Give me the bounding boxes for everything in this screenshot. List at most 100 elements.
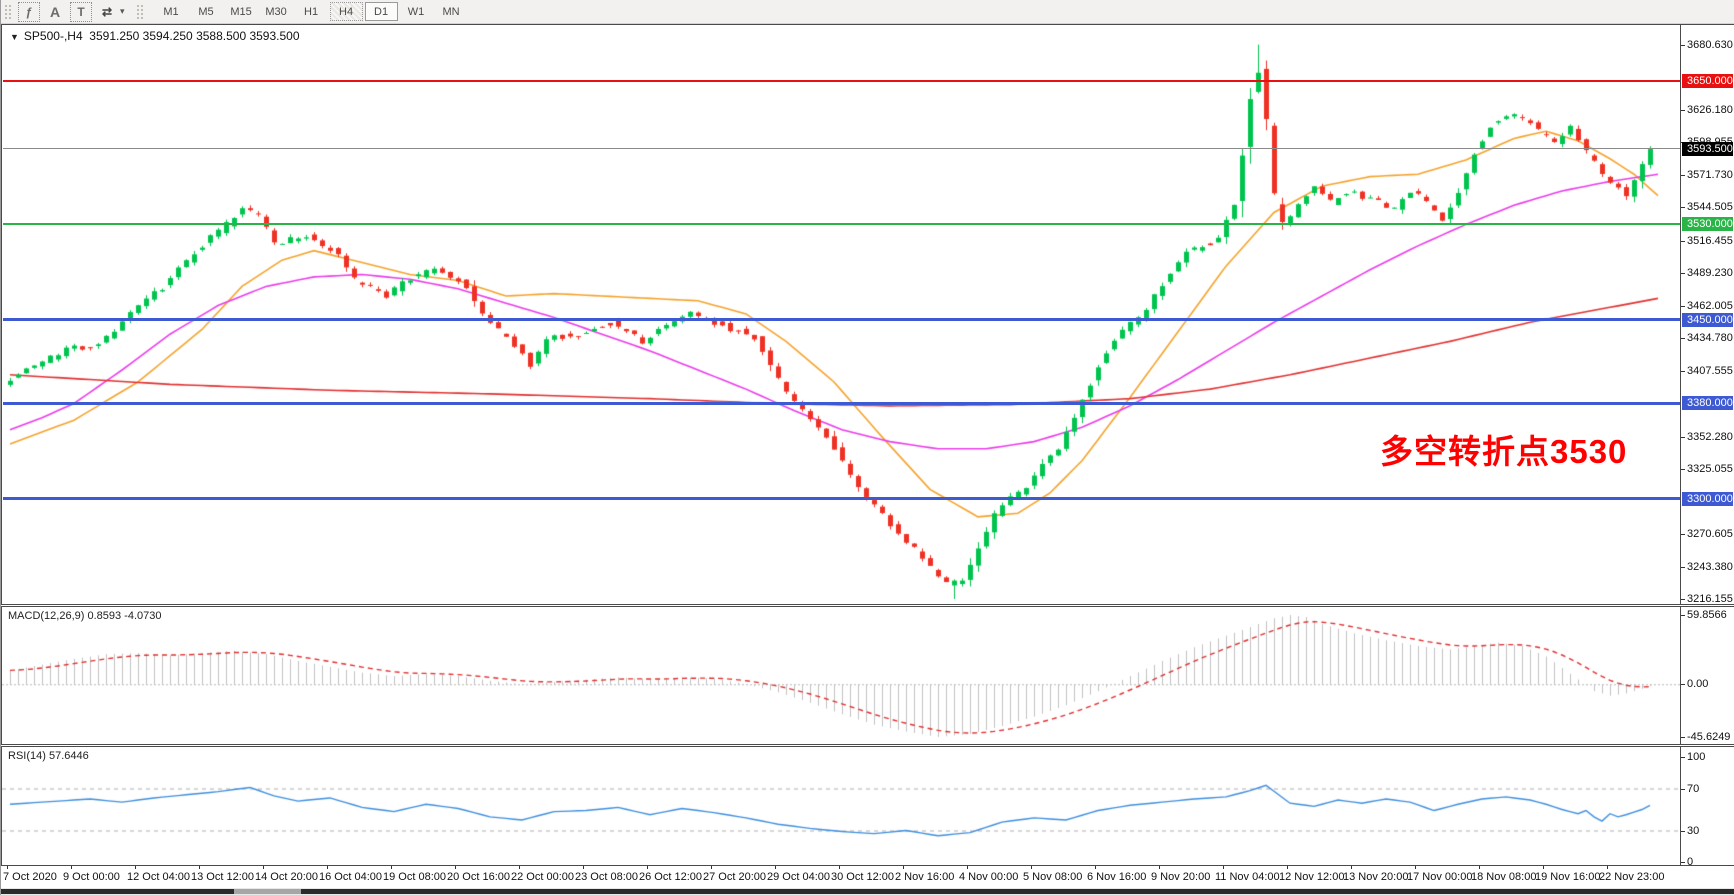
price-tick-mark — [1681, 599, 1685, 600]
time-tick-label: 22 Nov 23:00 — [1599, 871, 1664, 883]
horizontal-line-3593.500[interactable] — [3, 148, 1680, 149]
price-tick-label: 3626.180 — [1687, 104, 1733, 116]
time-tick-label: 19 Oct 08:00 — [383, 871, 446, 883]
time-tick-mark — [775, 866, 776, 869]
time-axis[interactable]: 7 Oct 20209 Oct 00:0012 Oct 04:0013 Oct … — [1, 866, 1734, 888]
horizontal-line-3650.000[interactable] — [3, 80, 1680, 82]
timeframe-toolbar-drag-handle[interactable] — [136, 4, 144, 20]
price-tick-label: 3325.055 — [1687, 463, 1733, 475]
timeframe-button-m15[interactable]: M15 — [225, 2, 258, 21]
timeframe-button-m5[interactable]: M5 — [190, 2, 223, 21]
timeframe-button-d1[interactable]: D1 — [365, 2, 398, 21]
price-badge-3380.000: 3380.000 — [1682, 396, 1733, 410]
time-tick-mark — [519, 866, 520, 869]
rsi-tick-label: 70 — [1687, 783, 1699, 795]
price-badge-3300.000: 3300.000 — [1682, 492, 1733, 506]
scrollbar-track-gap[interactable] — [234, 889, 301, 894]
horizontal-line-3450.000[interactable] — [3, 318, 1680, 321]
time-tick-mark — [1159, 866, 1160, 869]
time-tick-label: 20 Oct 16:00 — [447, 871, 510, 883]
macd-name: MACD(12,26,9) — [8, 610, 84, 622]
mt4-window: ƒ A T ⇄ ▾ M1M5M15M30H1H4D1W1MN ▼SP500-,H… — [0, 0, 1734, 895]
main-chart-panel: ▼SP500-,H4 3591.250 3594.250 3588.500 35… — [1, 24, 1734, 605]
rsi-value: 57.6446 — [49, 750, 89, 762]
cursor-mode-icon[interactable]: ⇄ — [96, 2, 118, 22]
toolbar-drag-handle[interactable] — [4, 4, 12, 20]
price-tick-label: 3243.380 — [1687, 561, 1733, 573]
timeframe-button-m30[interactable]: M30 — [260, 2, 293, 21]
symbol-dropdown-icon[interactable]: ▼ — [10, 32, 19, 42]
timeframe-button-m1[interactable]: M1 — [155, 2, 188, 21]
time-tick-label: 13 Nov 20:00 — [1343, 871, 1408, 883]
macd-panel: MACD(12,26,9) 0.8593 -4.0730 59.85660.00… — [1, 606, 1734, 745]
text-label-icon[interactable]: T — [70, 2, 92, 22]
candlestick-chart-area[interactable] — [2, 25, 1680, 604]
price-tick-mark — [1681, 110, 1685, 111]
time-tick-label: 22 Oct 00:00 — [511, 871, 574, 883]
horizontal-line-3530.000[interactable] — [3, 223, 1680, 225]
timeframe-button-h1[interactable]: H1 — [295, 2, 328, 21]
time-tick-mark — [1351, 866, 1352, 869]
timeframe-button-h4[interactable]: H4 — [330, 2, 363, 21]
time-tick-label: 17 Nov 00:00 — [1407, 871, 1472, 883]
indicators-icon[interactable]: ƒ — [18, 2, 40, 22]
horizontal-line-3380.000[interactable] — [3, 402, 1680, 405]
time-tick-mark — [263, 866, 264, 869]
time-tick-label: 30 Oct 12:00 — [831, 871, 894, 883]
price-axis[interactable]: 3680.6303626.1803598.9553571.7303544.505… — [1680, 25, 1734, 604]
price-tick-mark — [1681, 469, 1685, 470]
rsi-tick-mark — [1681, 862, 1685, 863]
price-tick-label: 3434.780 — [1687, 332, 1733, 344]
time-tick-label: 27 Oct 20:00 — [703, 871, 766, 883]
horizontal-line-3300.000[interactable] — [3, 497, 1680, 500]
time-tick-mark — [1287, 866, 1288, 869]
time-tick-mark — [903, 866, 904, 869]
time-tick-mark — [1223, 866, 1224, 869]
time-tick-mark — [647, 866, 648, 869]
price-tick-label: 3270.605 — [1687, 528, 1733, 540]
macd-tick-label: 0.00 — [1687, 678, 1708, 690]
time-tick-mark — [1095, 866, 1096, 869]
time-tick-mark — [583, 866, 584, 869]
time-tick-mark — [391, 866, 392, 869]
rsi-chart-area[interactable] — [2, 747, 1680, 865]
macd-tick-mark — [1681, 615, 1685, 616]
timeframe-button-w1[interactable]: W1 — [400, 2, 433, 21]
macd-values: 0.8593 -4.0730 — [87, 610, 161, 622]
time-tick-mark — [1415, 866, 1416, 869]
time-tick-label: 11 Nov 04:00 — [1215, 871, 1280, 883]
price-tick-mark — [1681, 45, 1685, 46]
price-tick-label: 3462.005 — [1687, 300, 1733, 312]
rsi-tick-label: 100 — [1687, 751, 1705, 763]
macd-chart-area[interactable] — [2, 607, 1680, 744]
scrollbar-thumb-left[interactable] — [1, 889, 234, 894]
time-tick-label: 7 Oct 2020 — [3, 871, 57, 883]
chart-title: ▼SP500-,H4 3591.250 3594.250 3588.500 35… — [10, 29, 300, 43]
toolbar: ƒ A T ⇄ ▾ M1M5M15M30H1H4D1W1MN — [1, 0, 1734, 24]
scrollbar-thumb-right[interactable] — [301, 889, 1734, 894]
rsi-panel: RSI(14) 57.6446 10070300 — [1, 746, 1734, 866]
time-tick-mark — [7, 866, 8, 869]
price-tick-mark — [1681, 437, 1685, 438]
time-tick-label: 26 Oct 12:00 — [639, 871, 702, 883]
annotation-text[interactable]: 多空转折点3530 — [1380, 425, 1627, 473]
dropdown-caret-icon[interactable]: ▾ — [120, 6, 125, 17]
time-tick-label: 14 Oct 20:00 — [255, 871, 318, 883]
rsi-tick-mark — [1681, 789, 1685, 790]
macd-axis[interactable]: 59.85660.00-45.6249 — [1680, 607, 1734, 744]
horizontal-scrollbar[interactable] — [1, 888, 1734, 895]
price-badge-3650.000: 3650.000 — [1682, 74, 1733, 88]
rsi-axis[interactable]: 10070300 — [1680, 747, 1734, 865]
price-badge-3450.000: 3450.000 — [1682, 313, 1733, 327]
time-tick-label: 16 Oct 04:00 — [319, 871, 382, 883]
price-tick-label: 3489.230 — [1687, 267, 1733, 279]
font-icon[interactable]: A — [44, 2, 66, 22]
time-tick-mark — [455, 866, 456, 869]
price-tick-mark — [1681, 371, 1685, 372]
time-tick-mark — [839, 866, 840, 869]
price-badge-3593.500: 3593.500 — [1682, 142, 1733, 156]
macd-tick-mark — [1681, 737, 1685, 738]
price-tick-mark — [1681, 534, 1685, 535]
rsi-label: RSI(14) 57.6446 — [8, 750, 89, 762]
timeframe-button-mn[interactable]: MN — [435, 2, 468, 21]
